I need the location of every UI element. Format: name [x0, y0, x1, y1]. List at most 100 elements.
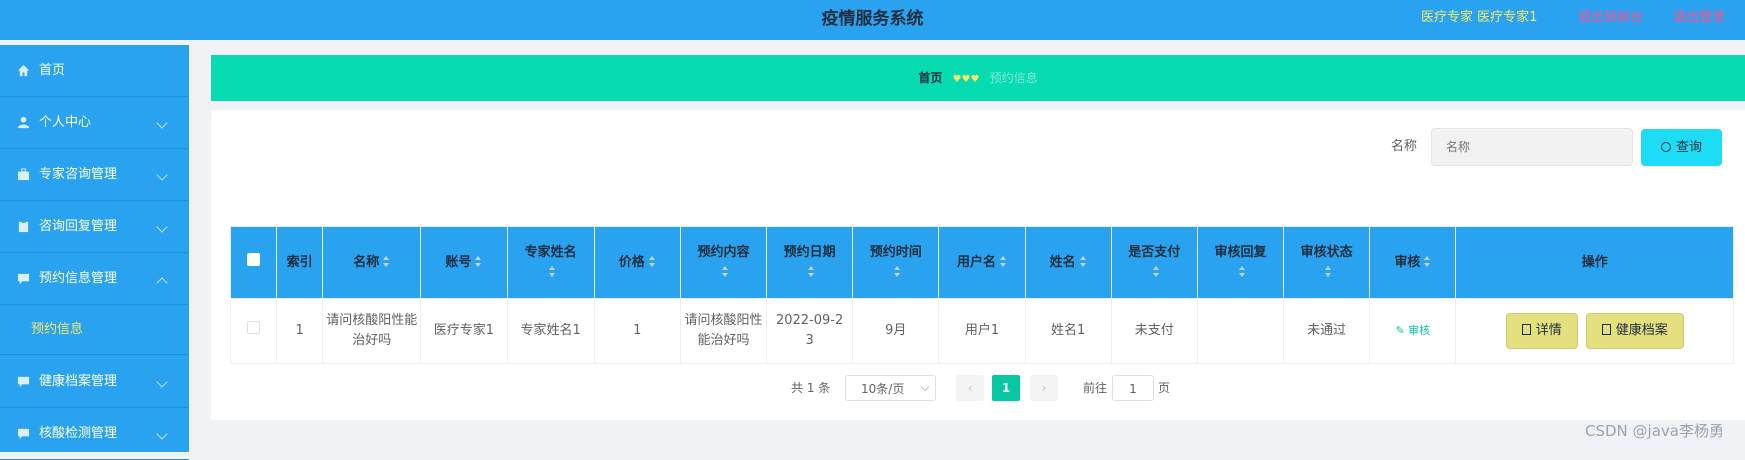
sort-icon[interactable] [475, 255, 482, 267]
sort-icon[interactable] [1424, 255, 1431, 267]
goto-page-input[interactable]: 1 [1112, 375, 1154, 401]
edit-icon: ✎ [1395, 324, 1409, 337]
detail-button[interactable]: 详情 [1505, 313, 1578, 349]
column-header-label: 名称 [353, 254, 380, 270]
select-all-checkbox[interactable] [247, 252, 261, 266]
table-cell: 2022-09-23 [766, 298, 854, 364]
column-header[interactable]: 专家姓名 [506, 226, 595, 299]
clipboard-icon [18, 220, 29, 233]
column-header[interactable]: 预约时间 [852, 226, 940, 299]
sidebar-item-label: 首页 [39, 63, 66, 78]
column-header-label: 姓名 [1049, 254, 1076, 270]
column-header[interactable]: 名称 [322, 226, 422, 299]
document-icon [1521, 324, 1531, 335]
column-header[interactable]: 预约内容 [679, 226, 768, 299]
column-header[interactable]: 账号 [420, 226, 508, 299]
sort-icon[interactable] [549, 265, 556, 277]
column-header-label: 账号 [445, 254, 472, 270]
table-cell: 1 [593, 298, 681, 364]
page-number-button[interactable]: 1 [992, 375, 1020, 401]
table-header-row: 索引 名称 账号 专家姓名 价格 预约内容 预约日期 预约时间 用户名 姓名 是… [229, 226, 1734, 299]
sidebar-item-health-record[interactable]: 健康档案管理 [0, 356, 189, 408]
sidebar-item-expert-consult[interactable]: 专家咨询管理 [0, 149, 189, 201]
sort-icon[interactable] [1152, 265, 1160, 277]
breadcrumb-current: 预约信息 [989, 71, 1038, 85]
chevron-down-icon [156, 117, 168, 129]
sidebar-item-label: 个人中心 [39, 115, 92, 130]
breadcrumb-home[interactable]: 首页 [918, 71, 942, 85]
health-record-button[interactable]: 健康档案 [1585, 313, 1684, 349]
table-cell: 专家姓名1 [506, 298, 595, 364]
column-header[interactable]: 姓名 [1024, 226, 1112, 299]
column-header-label: 预约日期 [783, 244, 836, 260]
column-header[interactable]: 用户名 [938, 226, 1026, 299]
heart-separator-icon: ♥♥♥ [952, 74, 980, 85]
breadcrumb: 首页 ♥♥♥ 预约信息 [211, 55, 1745, 101]
sort-icon[interactable] [648, 255, 656, 267]
sort-icon[interactable] [1325, 265, 1332, 277]
page-size-value: 10条/页 [861, 382, 905, 396]
briefcase-icon [17, 168, 30, 181]
sidebar: 首页 个人中心 专家咨询管理 咨询回复管理 预约信息管理 预约信息 健康档案管理… [0, 45, 189, 460]
column-header[interactable]: 审核 [1369, 226, 1457, 299]
sidebar-item-label: 核酸检测管理 [39, 426, 118, 441]
exit-to-frontend-link[interactable]: 退出到前台 [1578, 0, 1643, 36]
column-header: 操作 [1455, 226, 1734, 299]
chevron-down-icon [920, 382, 930, 392]
sidebar-item-nucleic-test[interactable]: 核酸检测管理 [0, 408, 189, 460]
sidebar-item-label: 预约信息管理 [39, 271, 118, 286]
sidebar-item-consult-reply[interactable]: 咨询回复管理 [0, 201, 189, 253]
column-header[interactable]: 价格 [593, 226, 681, 299]
prev-page-button[interactable]: ‹ [956, 375, 984, 401]
table-cell: 未通过 [1283, 298, 1371, 364]
column-header-label: 审核回复 [1214, 244, 1267, 260]
chat-icon [17, 428, 30, 440]
sidebar-item-home[interactable]: 首页 [0, 45, 189, 97]
review-link-label: 审核 [1408, 324, 1431, 337]
column-header[interactable]: 审核回复 [1196, 226, 1285, 299]
appointment-table: 索引 名称 账号 专家姓名 价格 预约内容 预约日期 预约时间 用户名 姓名 是… [229, 226, 1734, 364]
chevron-down-icon [156, 428, 168, 440]
column-header-label: 审核 [1394, 254, 1421, 270]
goto-label: 前往 [1083, 381, 1108, 395]
sort-icon[interactable] [894, 265, 901, 277]
sidebar-subitem-appointment-info[interactable]: 预约信息 [0, 305, 189, 355]
next-page-button[interactable]: › [1030, 375, 1058, 401]
sidebar-item-appointment[interactable]: 预约信息管理 [0, 253, 189, 305]
column-header-label: 是否支付 [1128, 244, 1181, 260]
column-header[interactable]: 是否支付 [1110, 226, 1198, 299]
search-button[interactable]: 查询 [1641, 129, 1722, 166]
sort-icon[interactable] [383, 255, 390, 267]
sidebar-item-label: 健康档案管理 [39, 374, 118, 389]
table-cell: 9月 [852, 298, 940, 364]
table-cell: 姓名1 [1024, 298, 1112, 364]
select-all-cell[interactable] [229, 226, 278, 299]
column-header-label: 用户名 [956, 254, 996, 270]
sidebar-item-personal-center[interactable]: 个人中心 [0, 97, 189, 149]
column-header[interactable]: 预约日期 [766, 226, 854, 299]
sort-icon[interactable] [721, 265, 729, 277]
search-input[interactable] [1431, 128, 1633, 166]
page-size-select[interactable]: 10条/页 [845, 375, 936, 401]
column-header-label: 审核状态 [1300, 244, 1353, 260]
row-checkbox[interactable] [247, 321, 261, 334]
watermark: CSDN @java李杨勇 [1585, 422, 1724, 440]
column-header[interactable]: 审核状态 [1283, 226, 1371, 299]
chevron-down-icon [156, 169, 168, 181]
sort-icon[interactable] [1079, 255, 1087, 267]
sort-icon[interactable] [1238, 265, 1246, 277]
table-cell: 用户1 [938, 298, 1026, 364]
detail-button-label: 详情 [1535, 323, 1562, 338]
column-header-label: 专家姓名 [524, 244, 577, 260]
column-header-label: 预约时间 [869, 244, 922, 260]
table-cell: ✎ 审核 [1369, 298, 1457, 364]
row-select-cell[interactable] [229, 298, 278, 364]
chevron-down-icon [156, 376, 168, 388]
column-header-label: 价格 [618, 254, 645, 270]
sort-icon[interactable] [999, 255, 1007, 267]
review-link[interactable]: ✎ 审核 [1395, 324, 1430, 337]
sort-icon[interactable] [808, 265, 815, 277]
document-icon [1601, 324, 1611, 335]
logout-link[interactable]: 退出登录 [1673, 0, 1725, 36]
chevron-left-icon: ‹ [967, 381, 973, 395]
